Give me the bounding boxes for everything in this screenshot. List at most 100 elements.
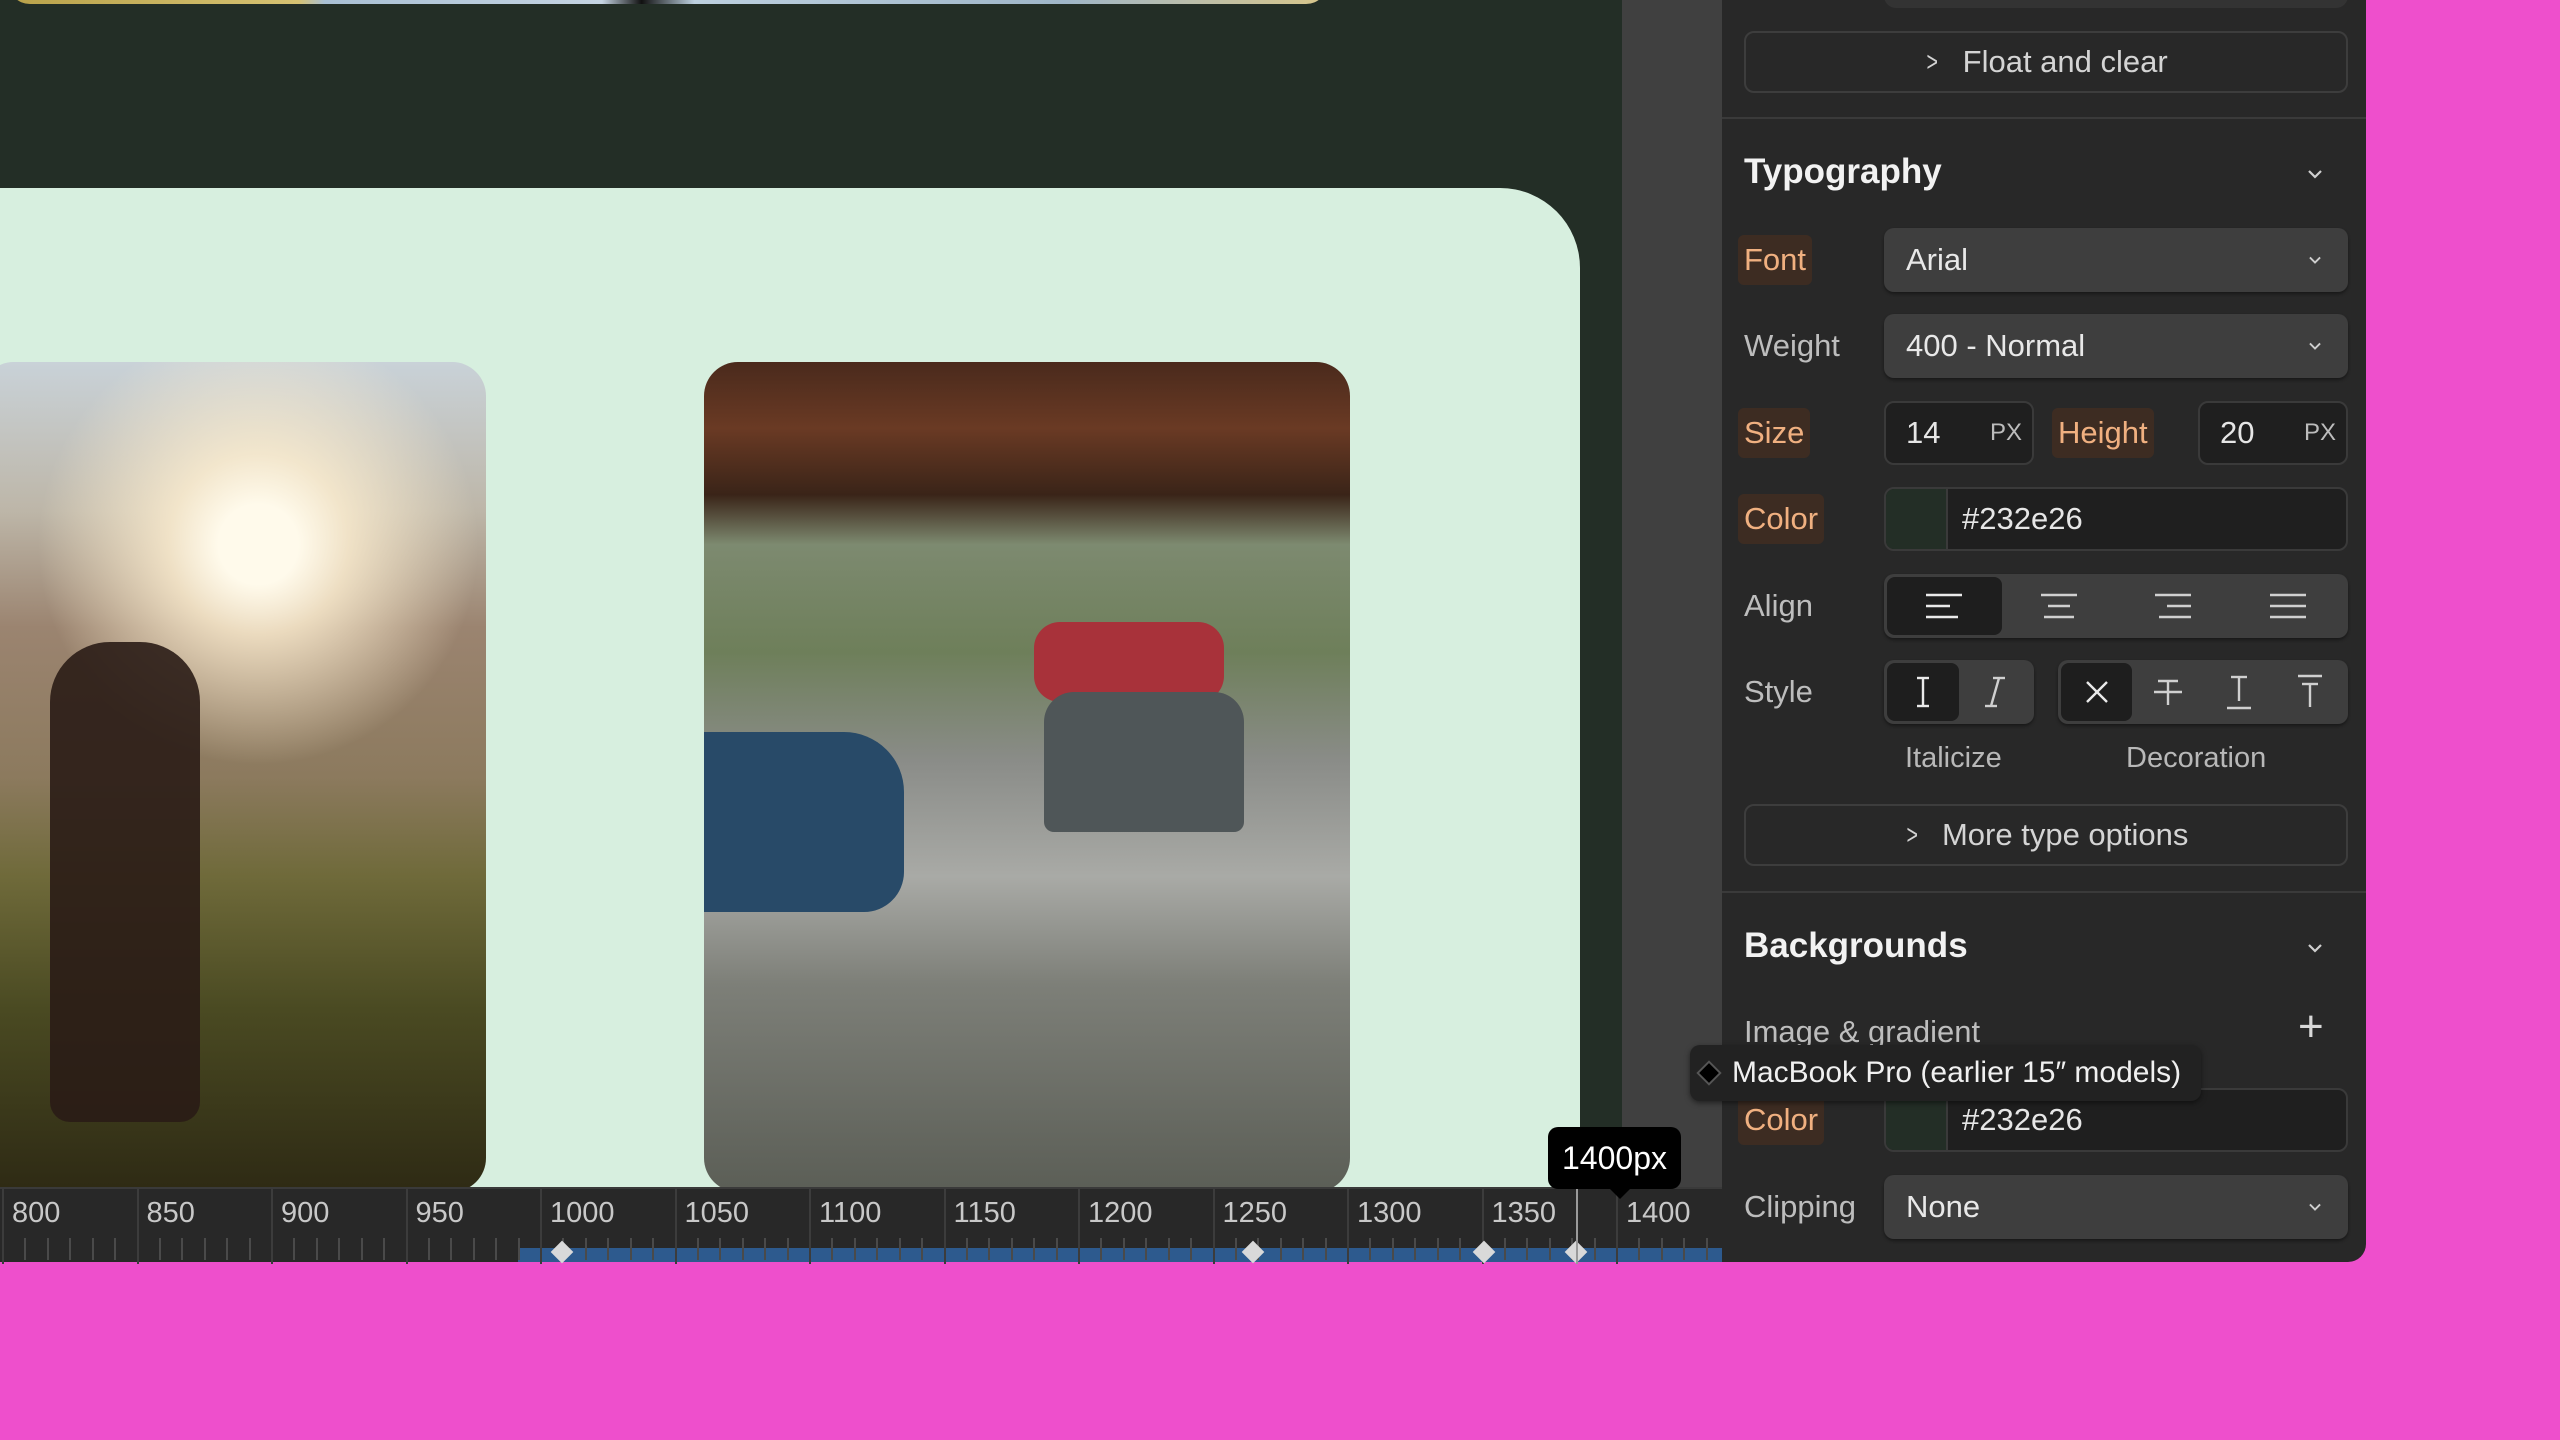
image-hiker[interactable] bbox=[0, 362, 486, 1192]
image-backpacks[interactable] bbox=[704, 362, 1350, 1192]
ruler-minor-tick bbox=[203, 1238, 206, 1260]
ruler-tick-label: 1150 bbox=[953, 1197, 1016, 1229]
ruler-tick-label: 1200 bbox=[1088, 1197, 1153, 1229]
ruler-minor-tick bbox=[1526, 1238, 1529, 1260]
weight-value: 400 - Normal bbox=[1906, 328, 2086, 363]
ruler-minor-tick bbox=[1503, 1238, 1506, 1260]
float-and-clear-button[interactable]: > Float and clear bbox=[1744, 31, 2348, 93]
ruler-major-tick bbox=[1078, 1189, 1080, 1264]
ruler-minor-tick bbox=[114, 1238, 117, 1260]
ruler-minor-tick bbox=[248, 1238, 251, 1260]
regular-style-button[interactable] bbox=[1887, 663, 1959, 721]
overline-button[interactable] bbox=[2274, 663, 2345, 721]
add-background-icon[interactable]: + bbox=[2298, 1002, 2324, 1052]
regular-text-icon bbox=[1917, 676, 1929, 708]
ruler-minor-tick bbox=[69, 1238, 72, 1260]
more-type-options-button[interactable]: > More type options bbox=[1744, 804, 2348, 866]
ruler-minor-tick bbox=[427, 1238, 430, 1260]
typography-title[interactable]: Typography bbox=[1744, 152, 1942, 192]
width-ruler[interactable]: 800 850 900 950 1000 1050 1100 1150 1200 1250 1300… bbox=[0, 1187, 1722, 1264]
ruler-major-tick bbox=[405, 1189, 408, 1264]
current-width-marker[interactable] bbox=[1575, 1189, 1578, 1264]
italic-control bbox=[1884, 660, 2034, 724]
ruler-minor-tick bbox=[1033, 1238, 1036, 1260]
ruler-minor-tick bbox=[24, 1238, 27, 1260]
align-justify-button[interactable] bbox=[2231, 577, 2346, 635]
chevron-right-icon: > bbox=[1926, 46, 1939, 77]
ruler-tick-label: 1000 bbox=[550, 1197, 615, 1229]
ruler-minor-tick bbox=[360, 1238, 363, 1260]
line-height-label: Height bbox=[2052, 408, 2154, 458]
clipping-select[interactable]: None bbox=[1884, 1175, 2348, 1239]
ruler-minor-tick bbox=[517, 1238, 520, 1260]
font-size-value: 14 bbox=[1906, 415, 1941, 450]
ruler-minor-tick bbox=[1234, 1238, 1237, 1260]
ruler-minor-tick bbox=[1369, 1238, 1372, 1260]
font-value: Arial bbox=[1906, 242, 1969, 277]
ruler-major-tick bbox=[136, 1189, 139, 1264]
ruler-tick-label: 1050 bbox=[684, 1197, 750, 1229]
ruler-minor-tick bbox=[1167, 1238, 1170, 1260]
ruler-minor-tick bbox=[965, 1238, 968, 1260]
underline-icon bbox=[2226, 675, 2251, 710]
align-center-icon bbox=[2040, 593, 2077, 619]
align-right-icon bbox=[2155, 593, 2192, 619]
italic-style-button[interactable] bbox=[1959, 663, 2031, 721]
ruler-major-tick bbox=[2, 1189, 4, 1264]
device-preset-text: MacBook Pro (earlier 15″ models) bbox=[1732, 1056, 2182, 1089]
partial-control[interactable] bbox=[1884, 0, 2348, 8]
ruler-tick-label: 1400 bbox=[1626, 1197, 1691, 1229]
align-label: Align bbox=[1744, 588, 1813, 623]
line-height-input[interactable]: 20 PX bbox=[2198, 401, 2348, 465]
ruler-minor-tick bbox=[876, 1238, 879, 1260]
align-left-button[interactable] bbox=[1887, 577, 2002, 635]
font-select[interactable]: Arial bbox=[1884, 228, 2348, 292]
more-type-options-label: More type options bbox=[1941, 817, 2189, 852]
italic-icon bbox=[1985, 676, 2005, 708]
chevron-down-icon bbox=[2309, 1203, 2321, 1211]
weight-select[interactable]: 400 - Normal bbox=[1884, 314, 2348, 378]
ruler-minor-tick bbox=[1414, 1238, 1417, 1260]
decoration-none-button[interactable] bbox=[2061, 663, 2132, 721]
ruler-tick-label: 900 bbox=[281, 1197, 330, 1229]
align-right-button[interactable] bbox=[2116, 577, 2231, 635]
ruler-major-tick bbox=[271, 1189, 273, 1264]
text-color-input[interactable]: #232e26 bbox=[1884, 487, 2348, 551]
ruler-major-tick bbox=[1616, 1189, 1618, 1264]
ruler-major-tick bbox=[540, 1189, 542, 1264]
decoration-control bbox=[2058, 660, 2348, 724]
image-strip-top bbox=[8, 0, 1328, 4]
close-icon bbox=[2085, 681, 2108, 703]
ruler-minor-tick bbox=[1705, 1238, 1708, 1260]
decoration-caption: Decoration bbox=[2126, 742, 2267, 774]
align-center-button[interactable] bbox=[2002, 577, 2117, 635]
ruler-minor-tick bbox=[898, 1238, 901, 1260]
chevron-right-icon: > bbox=[1906, 819, 1918, 850]
ruler-major-tick bbox=[1212, 1189, 1215, 1264]
ruler-minor-tick bbox=[831, 1238, 834, 1260]
gray-backpack bbox=[1044, 692, 1244, 832]
ruler-minor-tick bbox=[1459, 1238, 1462, 1260]
design-canvas[interactable] bbox=[0, 0, 1622, 1262]
ruler-minor-tick bbox=[338, 1238, 341, 1260]
font-size-unit[interactable]: PX bbox=[1990, 419, 2022, 447]
style-label: Style bbox=[1744, 674, 1813, 709]
font-size-input[interactable]: 14 PX bbox=[1884, 401, 2034, 465]
ruler-major-tick bbox=[674, 1189, 677, 1264]
ruler-minor-tick bbox=[158, 1238, 161, 1260]
ruler-minor-tick bbox=[1010, 1238, 1013, 1260]
ruler-major-tick bbox=[943, 1189, 946, 1264]
weight-label: Weight bbox=[1744, 328, 1840, 363]
chevron-down-icon[interactable] bbox=[2302, 935, 2328, 961]
ruler-minor-tick bbox=[1145, 1238, 1148, 1260]
chevron-down-icon[interactable] bbox=[2302, 161, 2328, 187]
ruler-minor-tick bbox=[293, 1238, 296, 1260]
underline-button[interactable] bbox=[2203, 663, 2274, 721]
text-color-swatch[interactable] bbox=[1886, 489, 1948, 549]
line-height-unit[interactable]: PX bbox=[2304, 419, 2336, 447]
align-left-icon bbox=[1926, 593, 1963, 619]
strikethrough-button[interactable] bbox=[2132, 663, 2203, 721]
ruler-minor-tick bbox=[921, 1238, 924, 1260]
backgrounds-title[interactable]: Backgrounds bbox=[1744, 926, 1968, 966]
size-label: Size bbox=[1738, 408, 1811, 458]
